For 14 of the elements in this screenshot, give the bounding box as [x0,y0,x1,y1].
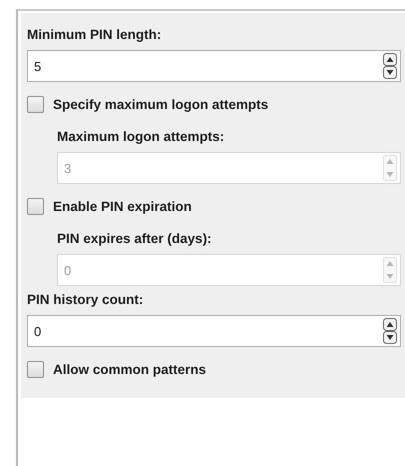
spin-arrows-icon[interactable] [383,53,397,79]
field-label: Minimum PIN length: [27,27,162,42]
checkbox-label[interactable]: Allow common patterns [53,362,206,377]
number-field[interactable]: 5 [27,50,401,82]
checkbox-label[interactable]: Specify maximum logon attempts [53,97,268,112]
field-label: Maximum logon attempts: [57,129,226,144]
field-label: PIN expires after (days): [57,231,213,246]
spin-arrows-icon[interactable] [383,318,397,344]
field-label: PIN history count: [27,292,144,307]
number-field[interactable]: 0 [27,315,401,347]
checkbox[interactable] [27,361,44,378]
checkbox[interactable] [27,96,44,113]
checkbox[interactable] [27,198,44,215]
checkbox-label[interactable]: Enable PIN expiration [53,199,192,214]
